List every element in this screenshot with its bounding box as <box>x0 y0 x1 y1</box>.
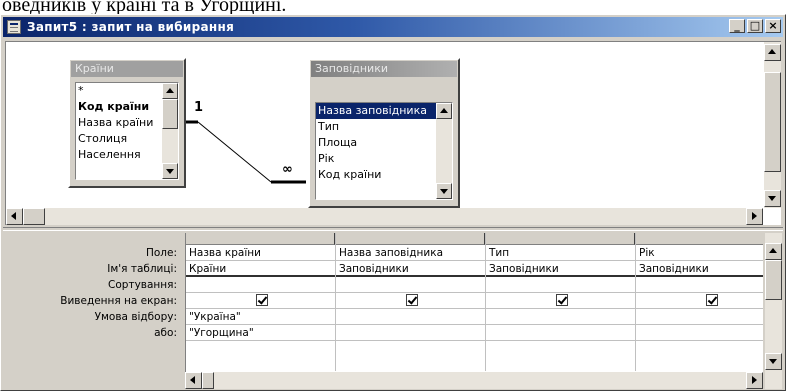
table-reserves[interactable]: Заповідники Назва заповідника Тип Площа … <box>308 58 460 208</box>
join-many-label: ∞ <box>282 162 293 177</box>
close-button[interactable]: × <box>765 19 781 33</box>
scroll-down-icon[interactable] <box>765 353 782 370</box>
window-title: Запит5 : запит на вибирання <box>27 20 235 34</box>
table-countries-title[interactable]: Країни <box>71 61 183 77</box>
grid-vertical-scrollbar[interactable] <box>765 233 782 389</box>
maximize-button[interactable]: □ <box>747 19 763 33</box>
column-selector[interactable] <box>636 233 763 245</box>
or-cell[interactable] <box>636 325 763 341</box>
criteria-cell[interactable] <box>336 309 485 325</box>
table-cell[interactable]: Заповідники <box>486 261 635 277</box>
show-checkbox[interactable] <box>256 294 268 306</box>
reserves-scrollbar[interactable] <box>436 103 452 199</box>
query-icon <box>7 20 21 34</box>
field-item[interactable]: Рік <box>316 151 452 167</box>
criteria-cell[interactable] <box>636 309 763 325</box>
sort-cell[interactable] <box>186 277 335 293</box>
or-cell[interactable] <box>336 325 485 341</box>
sort-cell[interactable] <box>486 277 635 293</box>
grid-column[interactable]: Назва країни Країни "Україна" "Угорщина" <box>186 233 336 371</box>
table-cell[interactable]: Заповідники <box>636 261 763 277</box>
criteria-cell[interactable] <box>486 309 635 325</box>
table-pane-horizontal-scrollbar[interactable] <box>6 208 763 225</box>
column-selector[interactable] <box>336 233 485 245</box>
show-checkbox[interactable] <box>706 294 718 306</box>
field-item[interactable]: Код країни <box>316 167 452 183</box>
scroll-down-icon[interactable] <box>764 190 781 207</box>
pane-splitter[interactable] <box>3 227 783 231</box>
scroll-thumb[interactable] <box>162 99 178 129</box>
table-countries[interactable]: Країни * Код країни Назва країни Столиця… <box>68 58 186 188</box>
or-cell[interactable]: "Угорщина" <box>186 325 335 341</box>
reserves-field-list[interactable]: Назва заповідника Тип Площа Рік Код краї… <box>315 102 453 200</box>
show-cell <box>336 293 485 309</box>
query-window: Запит5 : запит на вибирання _ □ × 1 ∞ Кр… <box>0 14 786 391</box>
window-controls: _ □ × <box>727 19 781 35</box>
design-grid[interactable]: Назва країни Країни "Україна" "Угорщина"… <box>185 233 763 389</box>
table-cell[interactable]: Країни <box>186 261 335 277</box>
scroll-thumb[interactable] <box>23 208 45 225</box>
field-item[interactable]: Тип <box>316 119 452 135</box>
show-checkbox[interactable] <box>556 294 568 306</box>
scroll-left-icon[interactable] <box>185 372 202 389</box>
scroll-down-icon[interactable] <box>162 163 178 179</box>
table-cell[interactable]: Заповідники <box>336 261 485 277</box>
scroll-left-icon[interactable] <box>6 208 23 225</box>
show-cell <box>636 293 763 309</box>
document-caption: оведників у країні та в Угорщині. <box>2 0 287 14</box>
grid-horizontal-scrollbar[interactable] <box>185 372 763 389</box>
field-cell[interactable]: Назва заповідника <box>336 245 485 261</box>
scroll-thumb[interactable] <box>764 72 781 172</box>
grid-row-labels: Поле: Ім'я таблиці: Сортування: Виведенн… <box>3 245 183 341</box>
scroll-up-icon[interactable] <box>162 83 178 99</box>
row-label-show: Виведення на екран: <box>60 295 177 307</box>
window-titlebar[interactable]: Запит5 : запит на вибирання _ □ × <box>3 17 783 37</box>
grid-column[interactable]: Тип Заповідники <box>486 233 636 371</box>
criteria-cell[interactable]: "Україна" <box>186 309 335 325</box>
field-item-selected[interactable]: Назва заповідника <box>316 103 452 119</box>
grid-column[interactable]: Назва заповідника Заповідники <box>336 233 486 371</box>
table-pane-vertical-scrollbar[interactable] <box>764 42 781 208</box>
sort-cell[interactable] <box>336 277 485 293</box>
scroll-down-icon[interactable] <box>436 183 452 199</box>
grid-column[interactable]: Рік Заповідники <box>636 233 763 371</box>
row-label-sort: Сортування: <box>108 279 177 291</box>
scroll-up-icon[interactable] <box>436 103 452 119</box>
field-cell[interactable]: Назва країни <box>186 245 335 261</box>
join-one-label: 1 <box>194 100 204 115</box>
scroll-thumb[interactable] <box>202 372 214 389</box>
show-cell <box>186 293 335 309</box>
row-label-or: або: <box>154 327 177 339</box>
row-label-criteria: Умова відбору: <box>94 311 177 323</box>
countries-field-list[interactable]: * Код країни Назва країни Столиця Населе… <box>75 82 179 180</box>
minimize-button[interactable]: _ <box>729 19 745 33</box>
field-cell[interactable]: Тип <box>486 245 635 261</box>
table-pane[interactable]: 1 ∞ Країни * Код країни Назва країни Сто… <box>5 41 781 225</box>
countries-scrollbar[interactable] <box>162 83 178 179</box>
sort-cell[interactable] <box>636 277 763 293</box>
or-cell[interactable] <box>486 325 635 341</box>
row-label-field: Поле: <box>145 247 177 259</box>
field-cell[interactable]: Рік <box>636 245 763 261</box>
row-label-table: Ім'я таблиці: <box>107 263 177 275</box>
column-selector[interactable] <box>486 233 635 245</box>
scroll-right-icon[interactable] <box>746 208 763 225</box>
scroll-right-icon[interactable] <box>746 372 763 389</box>
scroll-thumb[interactable] <box>765 260 782 300</box>
table-reserves-title[interactable]: Заповідники <box>311 61 457 77</box>
column-selector[interactable] <box>186 233 335 245</box>
field-item[interactable]: Площа <box>316 135 452 151</box>
show-checkbox[interactable] <box>406 294 418 306</box>
scroll-up-icon[interactable] <box>764 44 781 61</box>
design-grid-pane[interactable]: Поле: Ім'я таблиці: Сортування: Виведенн… <box>3 233 783 389</box>
scroll-up-icon[interactable] <box>765 243 782 260</box>
show-cell <box>486 293 635 309</box>
